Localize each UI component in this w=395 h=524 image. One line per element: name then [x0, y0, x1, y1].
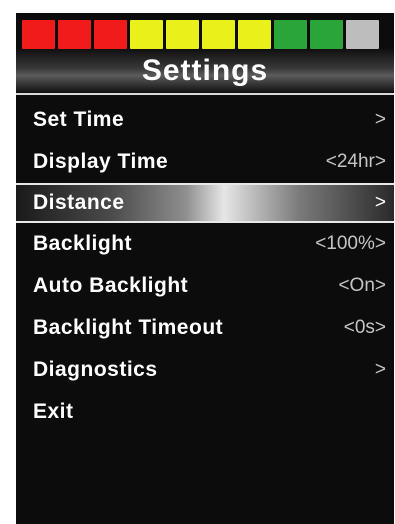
battery-segment [238, 20, 271, 49]
battery-segment [22, 20, 55, 49]
menu-item-label: Diagnostics [33, 358, 158, 381]
battery-level-bar [22, 20, 379, 49]
submenu-arrow: > [374, 192, 386, 213]
settings-screen: Settings Set Time > Display Time <24hr> … [16, 13, 394, 524]
settings-menu: Set Time > Display Time <24hr> Distance … [16, 99, 394, 433]
menu-item-value: <0s> [343, 317, 386, 338]
menu-item-label: Display Time [33, 150, 169, 173]
battery-segment [202, 20, 235, 49]
menu-item-label: Backlight Timeout [33, 316, 224, 339]
menu-item-label: Auto Backlight [33, 274, 189, 297]
menu-item-label: Backlight [33, 232, 133, 255]
menu-item-value: <24hr> [325, 151, 386, 172]
battery-segment [58, 20, 91, 49]
menu-item-exit[interactable]: Exit [16, 391, 394, 433]
menu-item-backlight[interactable]: Backlight <100%> [16, 223, 394, 265]
battery-segment [166, 20, 199, 49]
menu-item-backlight-timeout[interactable]: Backlight Timeout <0s> [16, 307, 394, 349]
menu-item-diagnostics[interactable]: Diagnostics > [16, 349, 394, 391]
submenu-arrow: > [374, 359, 386, 380]
menu-item-value: <On> [338, 275, 386, 296]
menu-item-value: <100%> [315, 233, 386, 254]
submenu-arrow: > [374, 109, 386, 130]
screen-header: Settings [16, 49, 394, 95]
menu-item-distance[interactable]: Distance > [16, 183, 394, 223]
battery-segment [310, 20, 343, 49]
battery-segment [94, 20, 127, 49]
menu-item-label: Set Time [33, 108, 125, 131]
menu-item-auto-backlight[interactable]: Auto Backlight <On> [16, 265, 394, 307]
page-title: Settings [141, 54, 269, 87]
menu-item-display-time[interactable]: Display Time <24hr> [16, 141, 394, 183]
battery-segment-empty [346, 20, 379, 49]
battery-segment [274, 20, 307, 49]
battery-segment [130, 20, 163, 49]
menu-item-label: Distance [33, 191, 125, 214]
menu-item-set-time[interactable]: Set Time > [16, 99, 394, 141]
menu-item-label: Exit [33, 400, 74, 423]
